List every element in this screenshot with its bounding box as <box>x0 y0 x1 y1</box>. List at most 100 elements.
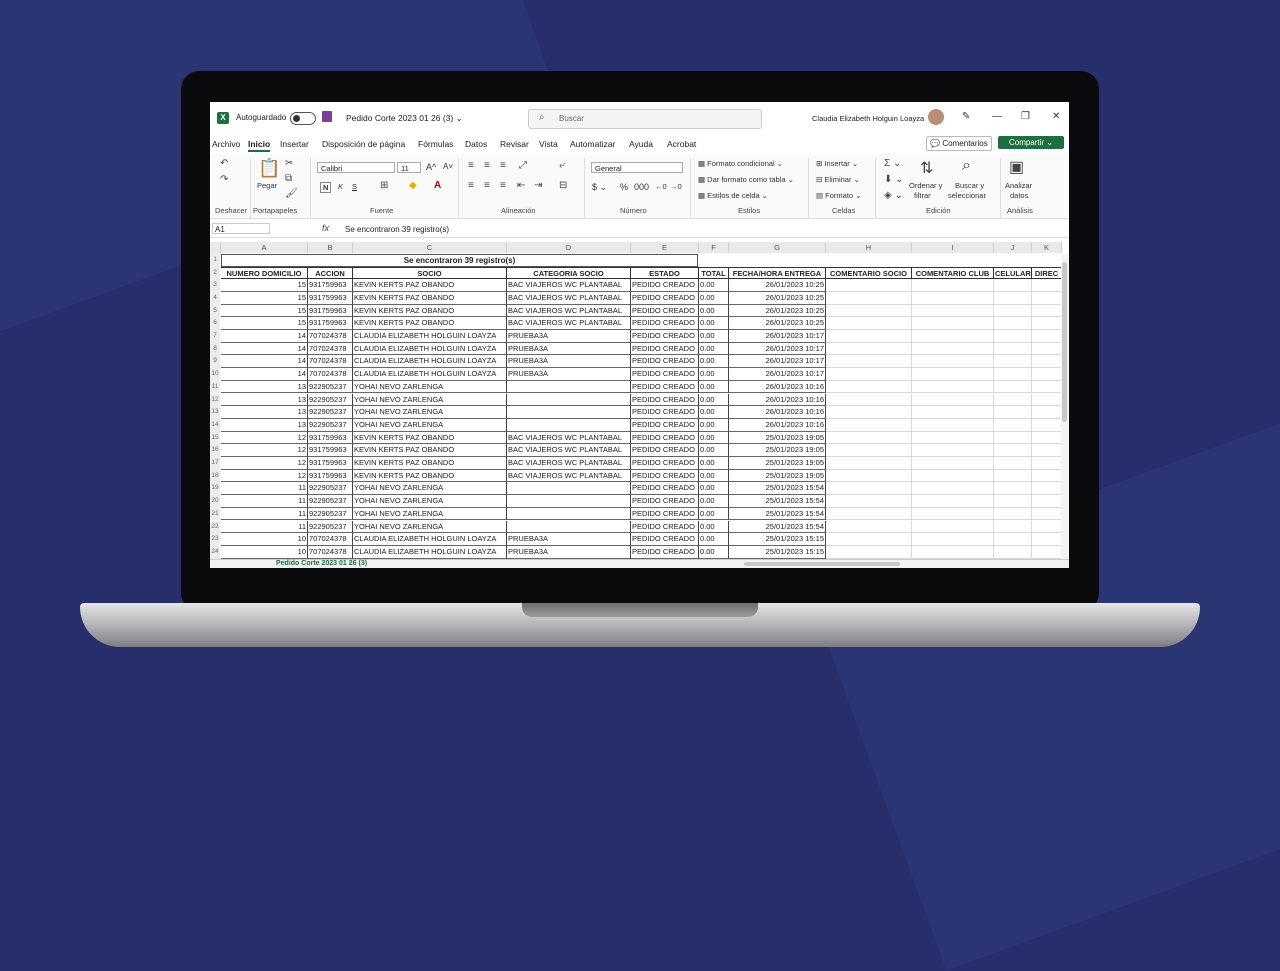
table-cell[interactable]: BAC VIAJEROS WC PLANTABAL <box>507 444 631 457</box>
table-cell[interactable]: PEDIDO CREADO <box>631 431 699 445</box>
restore-icon[interactable]: ❐ <box>1021 111 1030 122</box>
paste-icon[interactable]: 📋 <box>258 158 280 179</box>
table-cell[interactable]: 707024378 <box>308 545 353 559</box>
table-cell[interactable]: 25/01/2023 15:15 <box>729 533 826 546</box>
table-cell[interactable] <box>1032 431 1062 445</box>
table-cell[interactable] <box>826 291 912 305</box>
table-header-cell[interactable]: ESTADO <box>631 266 699 280</box>
table-cell[interactable] <box>912 469 994 483</box>
vertical-scroll-thumb[interactable] <box>1062 262 1067 422</box>
table-cell[interactable]: 0.00 <box>699 291 729 305</box>
table-cell[interactable] <box>1032 368 1062 381</box>
table-cell[interactable]: 0.00 <box>699 482 729 496</box>
font-size-select[interactable]: 11 <box>397 162 421 173</box>
table-cell[interactable] <box>994 431 1032 445</box>
table-cell[interactable]: PRUEBA3A <box>507 533 631 546</box>
table-cell[interactable]: BAC VIAJEROS WC PLANTABAL <box>507 279 631 292</box>
table-cell[interactable] <box>1032 330 1062 343</box>
table-cell[interactable]: KEVIN KERTS PAZ OBANDO <box>353 317 507 330</box>
table-cell[interactable] <box>507 380 631 394</box>
row-header[interactable]: 2 <box>210 266 220 280</box>
table-cell[interactable]: 12 <box>221 444 308 457</box>
table-cell[interactable]: 0.00 <box>699 457 729 470</box>
table-cell[interactable] <box>994 342 1032 356</box>
grow-font-icon[interactable]: A^ <box>426 162 436 172</box>
table-cell[interactable]: 26/01/2023 10:16 <box>729 406 826 419</box>
row-header[interactable]: 4 <box>210 291 220 305</box>
table-cell[interactable] <box>826 444 912 457</box>
row-header[interactable]: 20 <box>210 495 220 508</box>
analyze-data-icon[interactable]: ▣ <box>1009 157 1024 177</box>
table-cell[interactable]: PRUEBA3A <box>507 545 631 559</box>
table-cell[interactable] <box>826 431 912 445</box>
table-cell[interactable]: 0.00 <box>699 545 729 559</box>
table-cell[interactable]: 0.00 <box>699 406 729 419</box>
column-header[interactable]: C <box>353 242 507 253</box>
table-cell[interactable]: 25/01/2023 19:05 <box>729 444 826 457</box>
table-cell[interactable]: 922905237 <box>308 418 353 432</box>
increase-decimal-icon[interactable]: ←0 <box>655 182 667 191</box>
table-cell[interactable]: 0.00 <box>699 304 729 318</box>
comments-button[interactable]: 💬 Comentarios <box>926 136 992 151</box>
table-cell[interactable]: KEVIN KERTS PAZ OBANDO <box>353 304 507 318</box>
table-cell[interactable]: 922905237 <box>308 482 353 496</box>
table-cell[interactable] <box>912 406 994 419</box>
table-header-cell[interactable]: COMENTARIO SOCIO <box>826 266 912 280</box>
table-header-cell[interactable]: ACCION <box>308 266 353 280</box>
fx-icon[interactable]: fx <box>322 223 329 233</box>
table-cell[interactable]: KEVIN KERTS PAZ OBANDO <box>353 279 507 292</box>
table-cell[interactable]: 707024378 <box>308 368 353 381</box>
table-cell[interactable]: 13 <box>221 406 308 419</box>
table-cell[interactable]: PEDIDO CREADO <box>631 406 699 419</box>
table-cell[interactable]: 25/01/2023 19:05 <box>729 469 826 483</box>
table-cell[interactable]: 25/01/2023 19:05 <box>729 431 826 445</box>
table-cell[interactable]: PEDIDO CREADO <box>631 304 699 318</box>
table-cell[interactable]: YOHAI NEVO ZARLENGA <box>353 418 507 432</box>
table-cell[interactable] <box>826 380 912 394</box>
table-cell[interactable]: 931759963 <box>308 304 353 318</box>
table-cell[interactable]: 931759963 <box>308 444 353 457</box>
orientation-icon[interactable]: ⤢ <box>519 160 527 171</box>
table-cell[interactable]: 13 <box>221 380 308 394</box>
close-icon[interactable]: ✕ <box>1052 111 1060 122</box>
table-cell[interactable]: YOHAI NEVO ZARLENGA <box>353 507 507 521</box>
align-left-icon[interactable]: ≡ <box>468 180 474 191</box>
table-cell[interactable]: CLAUDIA ELIZABETH HOLGUIN LOAYZA <box>353 342 507 356</box>
table-cell[interactable] <box>912 342 994 356</box>
autosave-toggle[interactable] <box>290 112 316 125</box>
table-cell[interactable]: 0.00 <box>699 469 729 483</box>
table-cell[interactable]: 922905237 <box>308 406 353 419</box>
table-cell[interactable]: 0.00 <box>699 393 729 407</box>
column-header[interactable]: B <box>308 242 353 253</box>
table-cell[interactable]: PEDIDO CREADO <box>631 482 699 496</box>
table-cell[interactable]: 11 <box>221 507 308 521</box>
table-cell[interactable]: 12 <box>221 457 308 470</box>
minimize-icon[interactable]: — <box>992 111 1002 122</box>
table-cell[interactable]: 26/01/2023 10:16 <box>729 418 826 432</box>
table-cell[interactable] <box>912 355 994 369</box>
table-cell[interactable]: 15 <box>221 317 308 330</box>
table-cell[interactable]: PEDIDO CREADO <box>631 444 699 457</box>
table-cell[interactable]: YOHAI NEVO ZARLENGA <box>353 520 507 534</box>
decrease-indent-icon[interactable]: ⇤ <box>517 180 525 191</box>
table-cell[interactable] <box>994 406 1032 419</box>
table-cell[interactable] <box>912 368 994 381</box>
row-header[interactable]: 23 <box>210 533 220 546</box>
table-cell[interactable]: PEDIDO CREADO <box>631 457 699 470</box>
clear-icon[interactable]: ◈ ⌄ <box>884 190 903 201</box>
table-cell[interactable]: PEDIDO CREADO <box>631 380 699 394</box>
table-cell[interactable]: PEDIDO CREADO <box>631 317 699 330</box>
tab-insertar[interactable]: Insertar <box>280 139 309 149</box>
table-cell[interactable] <box>826 482 912 496</box>
table-header-cell[interactable]: CATEGORIA SOCIO <box>507 266 631 280</box>
table-cell[interactable] <box>826 457 912 470</box>
tab-vista[interactable]: Vista <box>539 139 558 149</box>
column-header[interactable]: J <box>994 242 1032 253</box>
table-cell[interactable]: 26/01/2023 10:25 <box>729 279 826 292</box>
align-top-icon[interactable]: ≡ <box>468 160 474 171</box>
row-header[interactable]: 15 <box>210 431 220 445</box>
table-cell[interactable] <box>1032 393 1062 407</box>
table-cell[interactable]: 26/01/2023 10:17 <box>729 330 826 343</box>
table-cell[interactable]: 25/01/2023 15:15 <box>729 545 826 559</box>
tab-datos[interactable]: Datos <box>465 139 487 149</box>
